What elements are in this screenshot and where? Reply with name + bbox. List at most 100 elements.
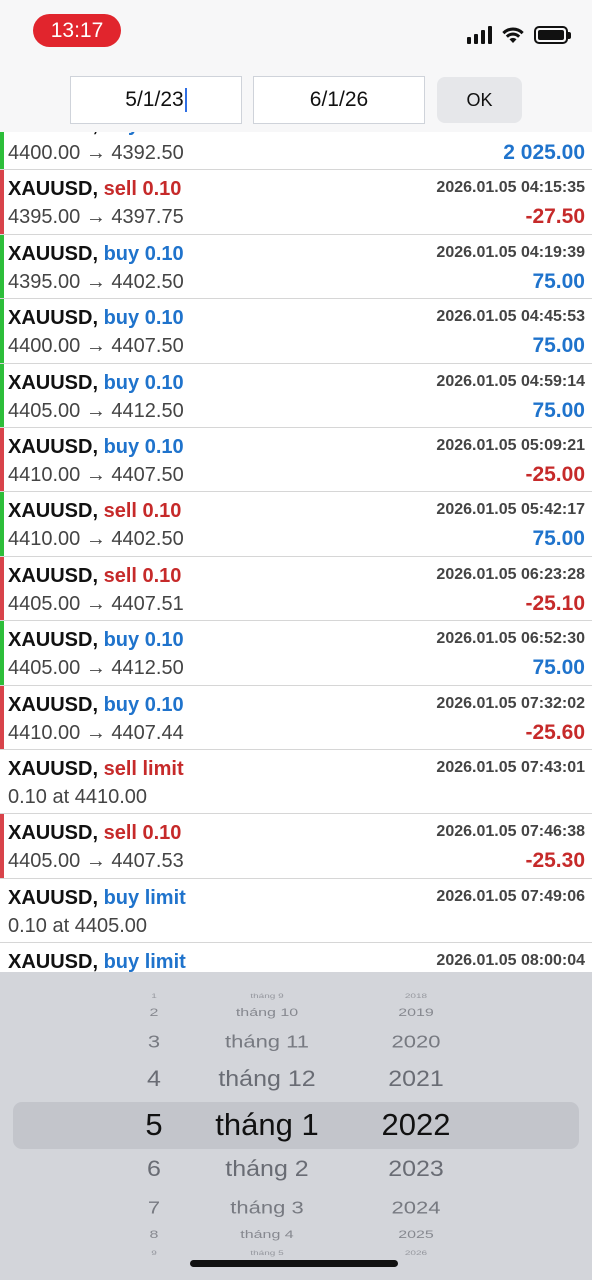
trade-type: buy 0.10 [103, 242, 184, 265]
trade-profit: -25.00 [525, 462, 585, 486]
trade-row[interactable]: XAUUSD, buy 0.10 4410.00 → 4407.44 2026.01… [0, 685, 592, 750]
trade-type: sell 0.10 [103, 822, 182, 845]
picker-month-item[interactable]: tháng 10 [236, 1007, 298, 1020]
trade-title: XAUUSD, buy limit [8, 887, 186, 910]
picker-year-item[interactable]: 2024 [392, 1197, 441, 1218]
home-indicator[interactable] [190, 1260, 398, 1267]
trade-time: 2026.01.05 04:45:53 [436, 308, 585, 326]
date-picker-wheel[interactable]: 1 2 3 4 5 6 7 8 9 tháng 9 tháng 10 tháng 11 tháng 12… [0, 972, 592, 1280]
picker-year-item[interactable]: 2020 [392, 1031, 441, 1052]
picker-month-item[interactable]: tháng 3 [230, 1197, 303, 1218]
from-date-field[interactable]: 5/1/23 [70, 76, 242, 124]
picker-year-item[interactable]: 2018 [405, 993, 427, 1000]
trade-detail: 4405.00 → 4407.51 [8, 592, 184, 615]
trade-row[interactable]: XAUUSD, buy 0.10 4395.00 → 4402.50 2026.01… [0, 234, 592, 300]
trade-row[interactable]: XAUUSD, buy 4400.00 → 4392.50 2 025.00 [0, 132, 592, 171]
trade-detail: 4410.00 → 4402.50 [8, 528, 184, 551]
trade-symbol: XAUUSD, [8, 178, 99, 201]
picker-month-item[interactable]: tháng 12 [218, 1066, 315, 1092]
trade-row[interactable]: XAUUSD, sell 0.10 4405.00 → 4407.51 2026.0… [0, 556, 592, 622]
trade-row[interactable]: XAUUSD, buy limit0.10 at 4410.002026.01.… [0, 943, 592, 972]
trade-symbol: XAUUSD, [8, 951, 99, 972]
trade-title: XAUUSD, sell 0.10 [8, 500, 181, 523]
picker-year-item[interactable]: 2019 [398, 1007, 434, 1020]
trade-row[interactable]: XAUUSD, sell 0.10 4405.00 → 4407.53 2026.0… [0, 814, 592, 879]
trade-detail: 4395.00 → 4397.75 [8, 206, 184, 229]
trade-row[interactable]: XAUUSD, buy 0.10 4405.00 → 4412.50 2026.01… [0, 363, 592, 428]
trade-type: sell limit [103, 757, 184, 780]
ok-button[interactable]: OK [437, 77, 522, 123]
trade-detail: 0.10 at 4405.00 [8, 914, 148, 937]
trade-row[interactable]: XAUUSD, buy 0.10 4400.00 → 4407.50 2026.01… [0, 299, 592, 364]
picker-year-item[interactable]: 2025 [398, 1229, 434, 1242]
picker-day-item[interactable]: 5 [145, 1107, 162, 1143]
trade-time: 2026.01.05 04:59:14 [436, 372, 585, 390]
picker-month-item[interactable]: tháng 1 [215, 1107, 318, 1143]
trade-result-bar [0, 132, 4, 170]
trade-title: XAUUSD, buy 0.10 [8, 243, 184, 266]
trade-result-bar [0, 814, 4, 878]
status-bar: 13:17 [0, 0, 592, 64]
battery-icon [534, 26, 571, 44]
from-date-value: 5/1/23 [125, 88, 184, 111]
trade-result-bar [0, 685, 4, 749]
picker-month-item[interactable]: tháng 5 [250, 1250, 283, 1257]
trade-symbol: XAUUSD, [8, 886, 99, 909]
picker-day-item[interactable]: 3 [148, 1031, 160, 1052]
trade-row[interactable]: XAUUSD, buy limit 0.10 at 4405.00 2026.01.… [0, 879, 592, 944]
trade-profit: 75.00 [532, 656, 585, 680]
trade-row[interactable]: XAUUSD, buy 0.10 4410.00 → 4407.50 2026.01… [0, 427, 592, 493]
to-date-field[interactable]: 6/1/26 [253, 76, 425, 124]
picker-month-item[interactable]: tháng 4 [240, 1229, 293, 1242]
trade-title: XAUUSD, buy 0.10 [8, 307, 184, 330]
trade-row[interactable]: XAUUSD, sell 0.10 4395.00 → 4397.75 2026.0… [0, 170, 592, 235]
trade-row[interactable]: XAUUSD, sell 0.10 4410.00 → 4402.50 2026.0… [0, 492, 592, 557]
trade-time: 2026.01.05 07:46:38 [436, 823, 585, 841]
trade-row[interactable]: XAUUSD, sell limit 0.10 at 4410.00 2026.01… [0, 750, 592, 815]
trade-symbol: XAUUSD, [8, 307, 99, 330]
picker-year-item[interactable]: 2021 [388, 1066, 444, 1092]
status-time[interactable]: 13:17 [33, 14, 121, 47]
picker-month-item[interactable]: tháng 2 [225, 1156, 308, 1182]
trade-symbol: XAUUSD, [8, 757, 99, 780]
trade-title: XAUUSD, buy 0.10 [8, 372, 184, 395]
trade-symbol: XAUUSD, [8, 132, 98, 136]
trade-time: 2026.01.05 05:09:21 [436, 436, 585, 454]
picker-year-item[interactable]: 2023 [388, 1156, 444, 1182]
picker-month-item[interactable]: tháng 11 [225, 1031, 309, 1052]
trade-result-bar [0, 363, 4, 427]
picker-day-item[interactable]: 1 [151, 993, 157, 1000]
trade-type: sell 0.10 [103, 564, 182, 587]
trade-result-bar [0, 556, 4, 621]
trade-symbol: XAUUSD, [8, 500, 99, 523]
trade-title: XAUUSD, sell limit [8, 758, 184, 781]
trade-profit: 75.00 [532, 527, 585, 551]
trade-detail: 4410.00 → 4407.44 [8, 721, 184, 744]
trade-detail: 4400.00 → 4407.50 [8, 335, 184, 358]
trade-time: 2026.01.05 07:43:01 [436, 758, 585, 776]
picker-day-item[interactable]: 4 [147, 1066, 161, 1092]
trade-time: 2026.01.05 07:49:06 [436, 887, 585, 905]
trade-title: XAUUSD, buy [8, 132, 139, 137]
trade-profit: -25.10 [525, 591, 585, 615]
trade-profit: 2 025.00 [503, 141, 585, 164]
picker-day-item[interactable]: 8 [150, 1229, 159, 1242]
picker-day-item[interactable]: 2 [150, 1007, 159, 1020]
picker-year-item[interactable]: 2026 [405, 1250, 427, 1257]
date-range-toolbar: 5/1/23 6/1/26 OK [0, 64, 592, 132]
trade-symbol: XAUUSD, [8, 629, 99, 652]
picker-month-item[interactable]: tháng 9 [250, 993, 283, 1000]
trade-detail: 0.10 at 4410.00 [8, 785, 148, 808]
to-date-value: 6/1/26 [309, 88, 369, 111]
trade-row[interactable]: XAUUSD, buy 0.10 4405.00 → 4412.50 2026.01… [0, 621, 592, 686]
picker-day-item[interactable]: 6 [147, 1156, 161, 1182]
trade-history-list[interactable]: XAUUSD, buy4400.00 → 4392.502 025.00XAUU… [0, 132, 592, 972]
trade-result-bar [0, 234, 4, 299]
picker-day-item[interactable]: 9 [151, 1250, 157, 1257]
picker-year-item[interactable]: 2022 [382, 1107, 451, 1143]
trade-result-bar [0, 170, 4, 234]
trade-title: XAUUSD, sell 0.10 [8, 178, 181, 201]
picker-day-item[interactable]: 7 [148, 1197, 160, 1218]
trade-title: XAUUSD, sell 0.10 [8, 565, 181, 588]
trade-detail: 4405.00 → 4412.50 [8, 399, 184, 422]
